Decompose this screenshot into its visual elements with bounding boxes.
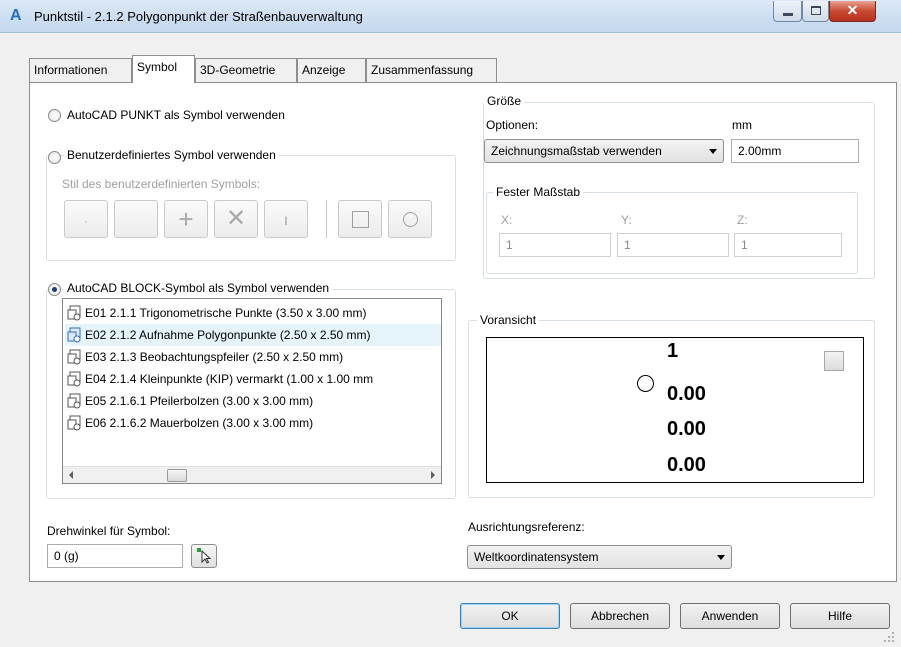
- apply-button[interactable]: Anwenden: [680, 603, 780, 629]
- tab-label: 3D-Geometrie: [200, 63, 276, 77]
- pick-rotation-button[interactable]: [191, 544, 217, 568]
- rotation-label: Drehwinkel für Symbol:: [47, 524, 171, 538]
- size-input[interactable]: 2.00mm: [731, 139, 859, 163]
- tab-anzeige[interactable]: Anzeige: [297, 58, 366, 82]
- symbol-circle-button[interactable]: [388, 200, 432, 238]
- preview-label-3: 0.00: [667, 418, 706, 440]
- resize-grip-icon[interactable]: [880, 628, 896, 644]
- block-list[interactable]: E01 2.1.1 Trigonometrische Punkte (3.50 …: [62, 298, 442, 484]
- symbol-square-button[interactable]: [338, 200, 382, 238]
- list-item-label: E06 2.1.6.2 Mauerbolzen (3.00 x 3.00 mm): [85, 416, 314, 430]
- pick-cursor-icon: [197, 548, 211, 564]
- list-item-selected[interactable]: E02 2.1.2 Aufnahme Polygonpunkte (2.50 x…: [65, 324, 441, 346]
- list-item-label: E03 2.1.3 Beobachtungspfeiler (2.50 x 2.…: [85, 350, 344, 364]
- close-icon: ✕: [846, 2, 859, 18]
- horizontal-scrollbar[interactable]: [63, 466, 441, 483]
- orientation-dropdown[interactable]: Weltkoordinatensystem: [467, 545, 732, 569]
- block-icon: [67, 349, 81, 365]
- maximize-button[interactable]: [802, 1, 829, 22]
- custom-style-label: Stil des benutzerdefinierten Symbols:: [62, 177, 261, 191]
- dot-icon: ·: [84, 214, 88, 228]
- tab-label: Anzeige: [302, 63, 346, 77]
- window-title: Punktstil - 2.1.2 Polygonpunkt der Straß…: [34, 9, 363, 24]
- close-button[interactable]: ✕: [829, 1, 876, 22]
- symbol-dot-button[interactable]: ·: [64, 200, 108, 238]
- cancel-button[interactable]: Abbrechen: [570, 603, 670, 629]
- dialog-window: A Punktstil - 2.1.2 Polygonpunkt der Str…: [0, 0, 901, 647]
- tick-icon: ı: [283, 212, 289, 229]
- symbol-separator: [326, 200, 327, 238]
- symbol-x-button[interactable]: ✕: [214, 200, 258, 238]
- minimize-button[interactable]: [773, 1, 802, 22]
- radio-autocad-point-label[interactable]: AutoCAD PUNKT als Symbol verwenden: [67, 108, 285, 122]
- tab-label: Zusammenfassung: [371, 63, 474, 77]
- tab-symbol[interactable]: Symbol: [132, 55, 195, 83]
- help-button[interactable]: Hilfe: [790, 603, 890, 629]
- symbol-plus-button[interactable]: +: [164, 200, 208, 238]
- scroll-left-icon[interactable]: [69, 471, 73, 479]
- block-icon: [67, 393, 81, 409]
- z-label: Z:: [737, 213, 748, 227]
- size-option-value: Zeichnungsmaßstab verwenden: [491, 144, 662, 158]
- preview-canvas: 1 0.00 0.00 0.00: [486, 337, 864, 483]
- list-item[interactable]: E03 2.1.3 Beobachtungspfeiler (2.50 x 2.…: [65, 346, 441, 368]
- preview-label-4: 0.00: [667, 454, 706, 476]
- maximize-icon: [811, 6, 821, 15]
- square-icon: [352, 211, 369, 228]
- list-item-label: E05 2.1.6.1 Pfeilerbolzen (3.00 x 3.00 m…: [85, 394, 314, 408]
- chevron-down-icon: [709, 149, 717, 154]
- radio-block-symbol-label[interactable]: AutoCAD BLOCK-Symbol als Symbol verwende…: [64, 281, 333, 295]
- preview-toggle-button[interactable]: [824, 351, 844, 371]
- tab-3d-geometrie[interactable]: 3D-Geometrie: [195, 58, 297, 82]
- scale-z-input[interactable]: 1: [734, 233, 842, 257]
- list-item-label: E02 2.1.2 Aufnahme Polygonpunkte (2.50 x…: [85, 328, 371, 342]
- unit-label: mm: [732, 118, 752, 132]
- list-item[interactable]: E04 2.1.4 Kleinpunkte (KIP) vermarkt (1.…: [65, 368, 441, 390]
- list-item[interactable]: E05 2.1.6.1 Pfeilerbolzen (3.00 x 3.00 m…: [65, 390, 441, 412]
- scale-y-input[interactable]: 1: [617, 233, 729, 257]
- circle-icon: [403, 212, 418, 227]
- size-group-title: Größe: [484, 94, 525, 108]
- fixed-scale-title: Fester Maßstab: [493, 185, 584, 199]
- block-icon: [67, 327, 81, 343]
- scrollbar-thumb[interactable]: [167, 469, 187, 482]
- minimize-icon: [783, 13, 793, 16]
- tab-label: Symbol: [137, 60, 178, 74]
- preview-symbol-circle: [637, 375, 654, 392]
- autocad-app-icon: A: [10, 7, 22, 24]
- tab-zusammenfassung[interactable]: Zusammenfassung: [366, 58, 497, 82]
- list-item[interactable]: E01 2.1.1 Trigonometrische Punkte (3.50 …: [65, 302, 441, 324]
- options-label: Optionen:: [486, 118, 539, 132]
- y-label: Y:: [621, 213, 632, 227]
- chevron-down-icon: [717, 555, 725, 560]
- list-item-label: E04 2.1.4 Kleinpunkte (KIP) vermarkt (1.…: [85, 372, 374, 386]
- block-icon: [67, 371, 81, 387]
- list-item-label: E01 2.1.1 Trigonometrische Punkte (3.50 …: [85, 306, 367, 320]
- radio-block-symbol[interactable]: [48, 283, 61, 296]
- plus-icon: +: [178, 204, 194, 234]
- block-icon: [67, 415, 81, 431]
- radio-autocad-point[interactable]: [48, 109, 61, 122]
- tab-informationen[interactable]: Informationen: [29, 58, 132, 82]
- x-icon: ✕: [225, 205, 247, 232]
- rotation-input[interactable]: 0 (g): [47, 544, 183, 568]
- radio-custom-symbol[interactable]: [48, 151, 61, 164]
- symbol-none-button[interactable]: [114, 200, 158, 238]
- list-item[interactable]: E06 2.1.6.2 Mauerbolzen (3.00 x 3.00 mm): [65, 412, 441, 434]
- block-icon: [67, 305, 81, 321]
- preview-title: Voransicht: [477, 313, 540, 327]
- tab-label: Informationen: [34, 63, 108, 77]
- ok-button[interactable]: OK: [460, 603, 560, 629]
- preview-label-1: 1: [667, 340, 679, 362]
- size-options-dropdown[interactable]: Zeichnungsmaßstab verwenden: [484, 139, 724, 163]
- scroll-right-icon[interactable]: [431, 471, 435, 479]
- scale-x-input[interactable]: 1: [499, 233, 611, 257]
- title-bar[interactable]: A Punktstil - 2.1.2 Polygonpunkt der Str…: [0, 0, 901, 33]
- symbol-tick-button[interactable]: ı: [264, 200, 308, 238]
- radio-custom-symbol-label[interactable]: Benutzerdefiniertes Symbol verwenden: [64, 148, 279, 162]
- orientation-value: Weltkoordinatensystem: [474, 550, 599, 564]
- x-label: X:: [501, 213, 513, 227]
- orientation-label: Ausrichtungsreferenz:: [468, 520, 585, 534]
- preview-label-2: 0.00: [667, 383, 706, 405]
